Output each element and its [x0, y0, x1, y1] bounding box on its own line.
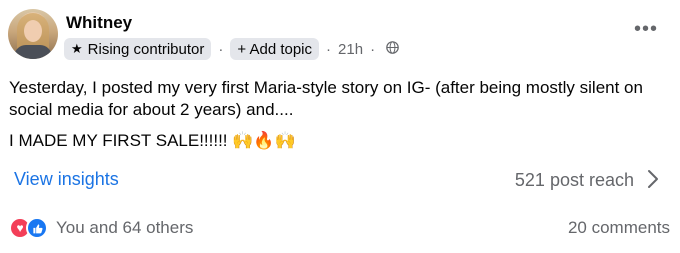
- view-insights-link[interactable]: View insights: [14, 169, 119, 190]
- post-reach[interactable]: 521 post reach: [515, 170, 634, 191]
- reactions-summary[interactable]: ♥ You and 64 others: [9, 217, 193, 239]
- globe-icon: [386, 41, 399, 57]
- post-text-2: I MADE MY FIRST SALE!!!!!! 🙌🔥🙌: [9, 131, 296, 150]
- comments-count[interactable]: 20 comments: [568, 218, 670, 238]
- star-icon: ★: [71, 41, 83, 56]
- post-time[interactable]: 21h: [338, 41, 363, 58]
- reactions-text: You and 64 others: [56, 218, 194, 237]
- rising-contributor-badge[interactable]: ★ Rising contributor: [64, 38, 212, 60]
- post-meta: ★ Rising contributor · + Add topic · 21h…: [64, 38, 399, 60]
- add-topic-button[interactable]: + Add topic: [230, 38, 320, 60]
- chevron-right-icon[interactable]: [646, 168, 660, 190]
- separator-dot: ·: [326, 40, 332, 58]
- post-card: Whitney ★ Rising contributor · + Add top…: [0, 0, 680, 253]
- separator-dot: ·: [370, 40, 376, 58]
- post-text: Yesterday, I posted my very first Maria-…: [9, 78, 643, 119]
- badge-label: Rising contributor: [87, 40, 205, 58]
- separator-dot: ·: [218, 40, 224, 58]
- author-name[interactable]: Whitney: [66, 13, 132, 33]
- like-reaction-icon: [26, 217, 48, 239]
- more-icon[interactable]: •••: [634, 19, 658, 39]
- avatar[interactable]: [8, 9, 58, 59]
